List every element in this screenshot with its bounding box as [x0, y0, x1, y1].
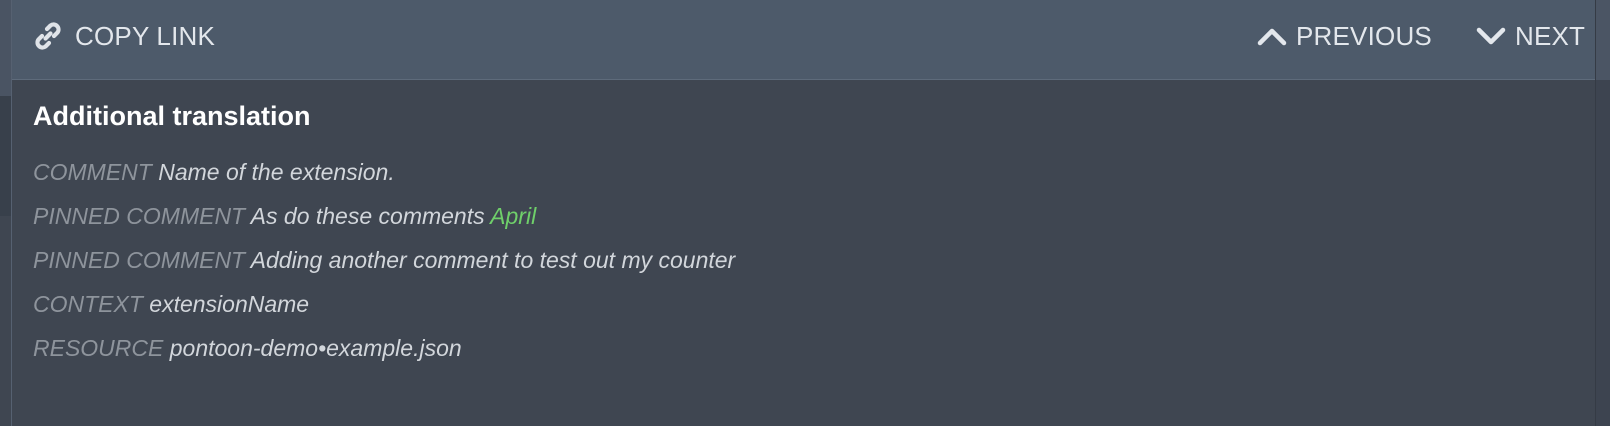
metadata-label: COMMENT: [33, 159, 152, 185]
left-pane-edge-bottom: [0, 216, 11, 426]
left-pane-edge: [0, 0, 11, 426]
metadata-row-resource: RESOURCE pontoon-demo•example.json: [33, 326, 735, 370]
link-icon: [31, 19, 65, 53]
copy-link-label: COPY LINK: [75, 20, 216, 51]
metadata-list: COMMENT Name of the extension. PINNED CO…: [33, 150, 735, 370]
metadata-label: PINNED COMMENT: [33, 203, 246, 229]
metadata-label: CONTEXT: [33, 291, 143, 317]
entity-metadata: Additional translation COMMENT Name of t…: [33, 100, 735, 370]
metadata-value: As do these comments: [250, 203, 485, 229]
entity-details-panel: COPY LINK PREVIOUS NEXT Additional trans…: [11, 0, 1596, 426]
next-button[interactable]: NEXT: [1476, 0, 1585, 72]
left-pane-edge-selected: [0, 96, 11, 216]
previous-button[interactable]: PREVIOUS: [1257, 0, 1432, 72]
metadata-row-pinned-comment: PINNED COMMENT Adding another comment to…: [33, 238, 735, 282]
metadata-value: Name of the extension.: [158, 159, 395, 185]
metadata-value: extensionName: [149, 291, 310, 317]
metadata-row-context: CONTEXT extensionName: [33, 282, 735, 326]
metadata-row-pinned-comment: PINNED COMMENT As do these comments Apri…: [33, 194, 735, 238]
previous-label: PREVIOUS: [1296, 20, 1432, 51]
metadata-label: PINNED COMMENT: [33, 247, 246, 273]
resource-link[interactable]: pontoon-demo•example.json: [170, 335, 462, 361]
chevron-up-icon: [1257, 25, 1287, 47]
left-pane-edge-top: [0, 0, 11, 96]
metadata-value: Adding another comment to test out my co…: [250, 247, 736, 273]
app-frame: COPY LINK PREVIOUS NEXT Additional trans…: [0, 0, 1610, 426]
right-pane-edge: [1595, 0, 1610, 426]
navigation-toolbar: COPY LINK PREVIOUS NEXT: [12, 0, 1596, 80]
chevron-down-icon: [1476, 25, 1506, 47]
copy-link-button[interactable]: COPY LINK: [31, 0, 215, 72]
metadata-row-comment: COMMENT Name of the extension.: [33, 150, 735, 194]
metadata-label: RESOURCE: [33, 335, 164, 361]
right-pane-edge-top: [1596, 0, 1610, 80]
next-label: NEXT: [1515, 20, 1586, 51]
entity-title: Additional translation: [33, 101, 311, 131]
user-mention-link[interactable]: April: [490, 203, 536, 229]
